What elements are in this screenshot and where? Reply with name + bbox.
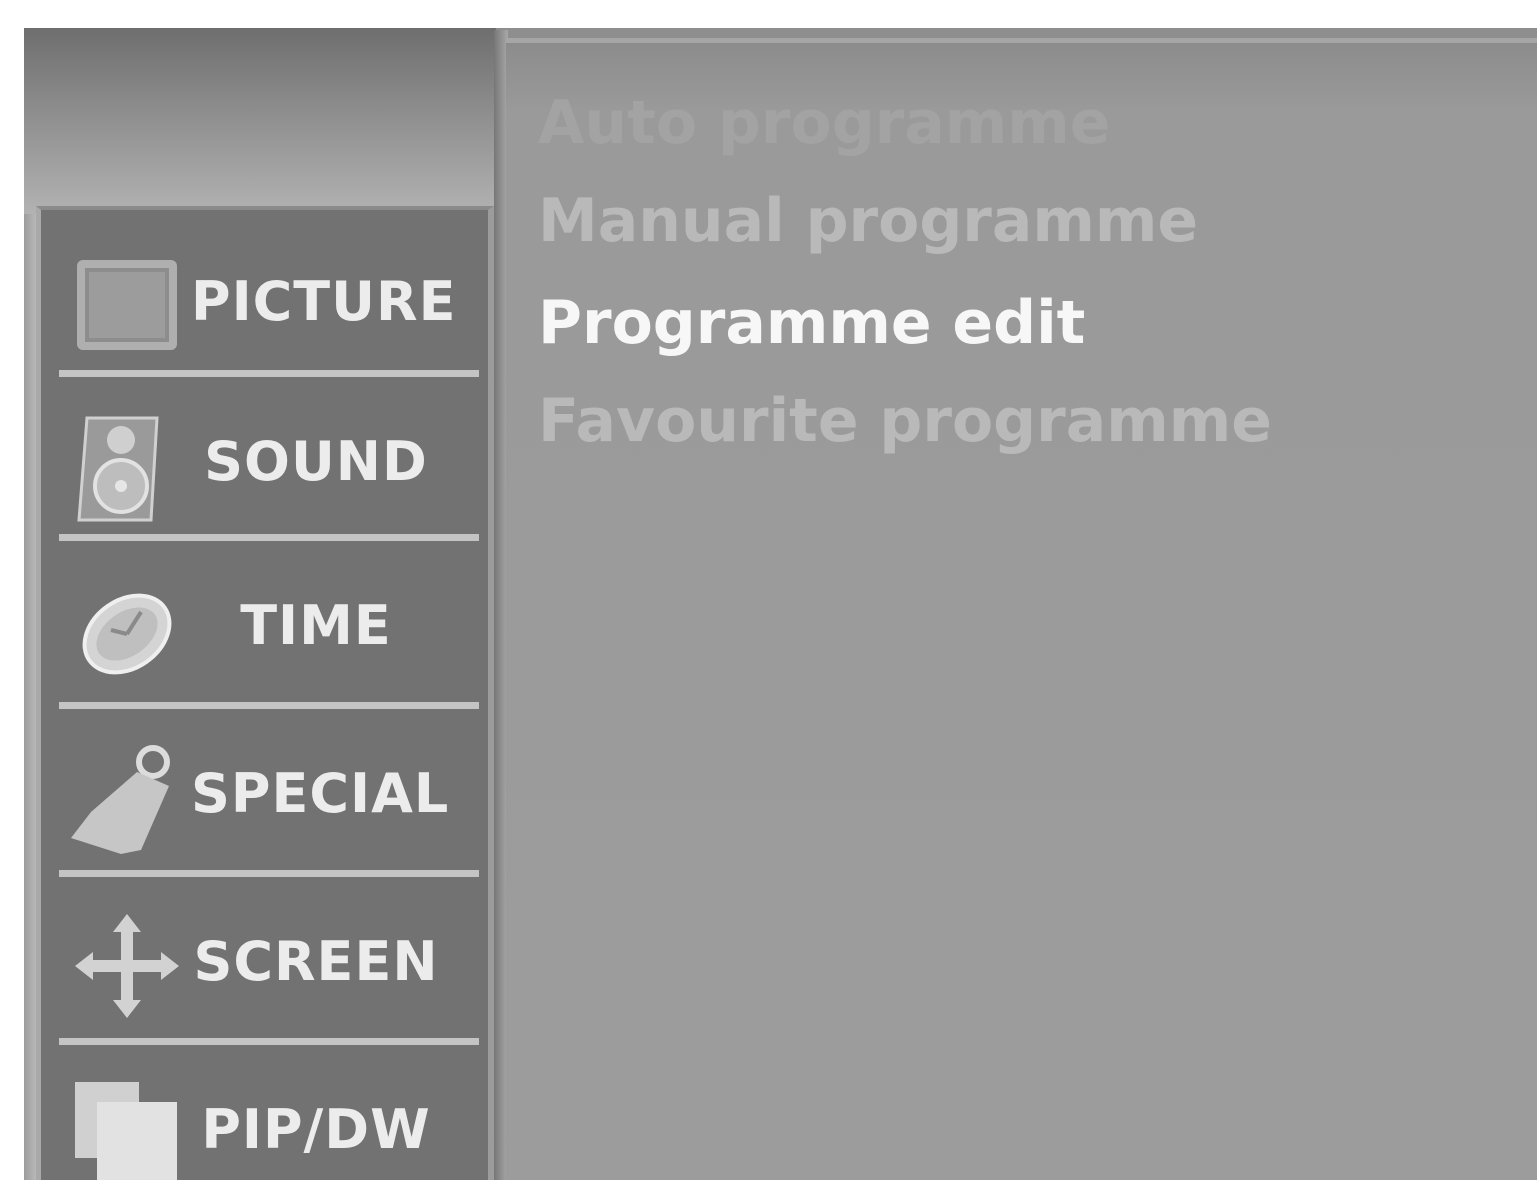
tag-icon xyxy=(71,742,183,854)
pip-windows-icon xyxy=(71,1078,183,1180)
submenu-item-favourite-programme[interactable]: Favourite programme xyxy=(538,386,1272,456)
sidebar-divider xyxy=(59,1038,479,1045)
picture-icon xyxy=(71,250,183,362)
sidebar-divider xyxy=(59,370,479,377)
menu-header-area xyxy=(24,28,496,214)
move-arrows-icon xyxy=(71,910,183,1022)
clock-icon xyxy=(71,574,183,686)
submenu-item-programme-edit[interactable]: Programme edit xyxy=(538,288,1085,358)
sidebar-item-picture[interactable]: PICTURE xyxy=(41,222,488,382)
sidebar-item-label: PIP/DW xyxy=(201,1098,431,1161)
sidebar-item-sound[interactable]: SOUND xyxy=(41,382,488,542)
sidebar-item-screen[interactable]: SCREEN xyxy=(41,882,488,1042)
sidebar-item-label: SPECIAL xyxy=(191,762,450,825)
sidebar-item-label: SOUND xyxy=(204,430,428,493)
sidebar-item-label: TIME xyxy=(240,594,392,657)
sidebar-edge xyxy=(24,214,36,1180)
sidebar: PICTURE SOUND TIME SPECIAL SCREEN PIP/DW xyxy=(36,206,494,1180)
sidebar-divider xyxy=(59,534,479,541)
tv-menu-screen: PICTURE SOUND TIME SPECIAL SCREEN PIP/DW… xyxy=(0,0,1537,1180)
sidebar-item-special[interactable]: SPECIAL xyxy=(41,714,488,874)
sidebar-divider xyxy=(59,702,479,709)
sidebar-item-time[interactable]: TIME xyxy=(41,546,488,706)
sidebar-item-label: PICTURE xyxy=(191,270,457,333)
submenu-item-manual-programme[interactable]: Manual programme xyxy=(538,186,1198,256)
sidebar-item-pip-dw[interactable]: PIP/DW xyxy=(41,1050,488,1180)
speaker-icon xyxy=(71,410,183,522)
sidebar-item-label: SCREEN xyxy=(193,930,439,993)
submenu-item-auto-programme[interactable]: Auto programme xyxy=(538,88,1110,158)
sidebar-divider xyxy=(59,870,479,877)
